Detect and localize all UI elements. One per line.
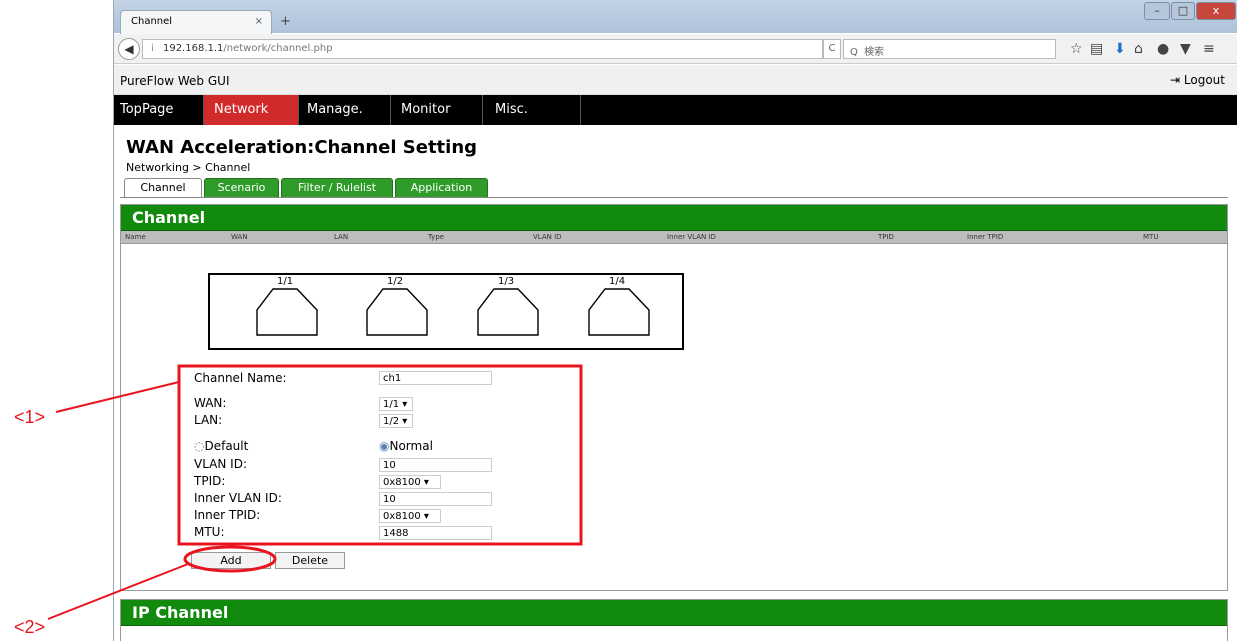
search-icon: Q — [850, 47, 858, 58]
tab-channel[interactable]: Channel — [124, 178, 202, 197]
column-vlan-id: VLAN ID — [533, 233, 562, 241]
page-title: WAN Acceleration:Channel Setting — [126, 137, 478, 158]
inner-vlan-id-label: Inner VLAN ID: — [194, 491, 282, 505]
tpid-select[interactable]: 0x8100 ▾ — [379, 475, 441, 489]
bookmark-star-icon[interactable]: ☆ — [1070, 41, 1083, 57]
type-normal-label: Normal — [389, 439, 433, 453]
menu-monitor[interactable]: Monitor — [391, 95, 483, 125]
close-window-icon[interactable]: x — [1196, 2, 1236, 20]
tab-title: Channel — [131, 16, 173, 27]
pocket-icon[interactable]: ▼ — [1180, 41, 1191, 57]
column-name: Name — [125, 233, 146, 241]
menu-manage[interactable]: Manage. — [299, 95, 391, 125]
lan-select-value: 1/2 — [383, 416, 400, 427]
annotation-label-2: <2> — [14, 617, 46, 637]
menu-network[interactable]: Network — [204, 95, 299, 125]
column-lan: LAN — [334, 233, 349, 241]
channel-name-label: Channel Name: — [194, 371, 287, 385]
inner-tpid-label: Inner TPID: — [194, 508, 261, 522]
inner-tpid-select[interactable]: 0x8100 ▾ — [379, 509, 441, 523]
browser-navbar: ◀ i 192.168.1.1/network/channel.php C Q … — [114, 34, 1237, 64]
ip-channel-panel: IP Channel — [120, 599, 1228, 641]
breadcrumb[interactable]: Networking > Channel — [126, 161, 250, 174]
menu-icon[interactable]: ≡ — [1203, 41, 1215, 57]
channel-panel-heading: Channel — [121, 205, 1227, 231]
url-path: /network/channel.php — [223, 43, 333, 54]
vlan-id-label: VLAN ID: — [194, 457, 247, 471]
bookmarks-list-icon[interactable]: ▤ — [1090, 41, 1103, 57]
type-default-label: Default — [204, 439, 249, 453]
port-label-1-1: 1/1 — [277, 276, 294, 287]
vlan-id-input[interactable]: 10 — [379, 458, 492, 472]
browser-titlebar: Channel × + – □ x — [114, 0, 1237, 34]
wan-select-value: 1/1 — [383, 399, 400, 410]
port-label-1-3: 1/3 — [498, 276, 515, 287]
tpid-label: TPID: — [194, 474, 226, 488]
lan-select[interactable]: 1/2 ▾ — [379, 414, 413, 428]
column-inner-vlan-id: Inner VLAN ID — [667, 233, 716, 241]
home-icon[interactable]: ⌂ — [1134, 41, 1143, 57]
channel-panel: Channel Name WAN LAN Type VLAN ID Inner … — [120, 204, 1228, 591]
chat-icon[interactable]: ● — [1157, 41, 1169, 57]
logout-button[interactable]: ⇥ Logout — [1170, 73, 1225, 87]
search-placeholder: 検索 — [864, 47, 885, 58]
search-input[interactable]: Q 検索 — [843, 39, 1056, 59]
tab-underline — [120, 197, 1228, 198]
inner-vlan-id-input[interactable]: 10 — [379, 492, 492, 506]
new-tab-icon[interactable]: + — [280, 14, 291, 29]
logout-label: Logout — [1183, 73, 1225, 87]
info-icon: i — [151, 43, 154, 54]
type-default-radio[interactable]: ◌Default — [194, 439, 248, 453]
add-button[interactable]: Add — [191, 552, 271, 569]
maximize-icon[interactable]: □ — [1171, 2, 1195, 20]
mtu-label: MTU: — [194, 525, 225, 539]
app-header: PureFlow Web GUI ⇥ Logout — [114, 65, 1237, 95]
url-host: 192.168.1.1 — [162, 43, 224, 54]
column-mtu: MTU — [1143, 233, 1159, 241]
lan-label: LAN: — [194, 413, 223, 427]
column-tpid: TPID — [878, 233, 894, 241]
menu-misc[interactable]: Misc. — [483, 95, 581, 125]
reload-icon[interactable]: C — [823, 39, 841, 59]
tab-close-icon[interactable]: × — [255, 16, 263, 27]
port-label-1-2: 1/2 — [387, 276, 404, 287]
browser-tab[interactable]: Channel × — [120, 10, 272, 34]
type-normal-radio[interactable]: ◉Normal — [379, 439, 433, 453]
menu-toppage[interactable]: TopPage — [114, 95, 204, 125]
download-icon[interactable]: ⬇ — [1114, 41, 1126, 57]
tab-application[interactable]: Application — [395, 178, 488, 197]
channel-name-input[interactable]: ch1 — [379, 371, 492, 385]
wan-select[interactable]: 1/1 ▾ — [379, 397, 413, 411]
mtu-input[interactable]: 1488 — [379, 526, 492, 540]
logout-icon: ⇥ — [1170, 73, 1184, 87]
delete-button[interactable]: Delete — [275, 552, 345, 569]
tpid-select-value: 0x8100 — [383, 477, 421, 488]
column-type: Type — [428, 233, 445, 241]
port-label-1-4: 1/4 — [609, 276, 626, 287]
back-arrow-icon[interactable]: ◀ — [118, 38, 140, 60]
tab-scenario[interactable]: Scenario — [204, 178, 279, 197]
channel-table-header: Name WAN LAN Type VLAN ID Inner VLAN ID … — [121, 231, 1227, 244]
wan-label: WAN: — [194, 396, 227, 410]
app-title: PureFlow Web GUI — [120, 74, 230, 88]
minimize-icon[interactable]: – — [1144, 2, 1170, 20]
column-wan: WAN — [231, 233, 248, 241]
main-menu: TopPage Network Manage. Monitor Misc. — [114, 95, 1237, 125]
inner-tpid-select-value: 0x8100 — [383, 511, 421, 522]
url-bar[interactable]: i 192.168.1.1/network/channel.php — [142, 39, 823, 59]
ip-channel-panel-heading: IP Channel — [121, 600, 1227, 626]
annotation-label-1: <1> — [14, 407, 46, 427]
tab-filter-rulelist[interactable]: Filter / Rulelist — [281, 178, 393, 197]
column-inner-tpid: Inner TPID — [967, 233, 1004, 241]
